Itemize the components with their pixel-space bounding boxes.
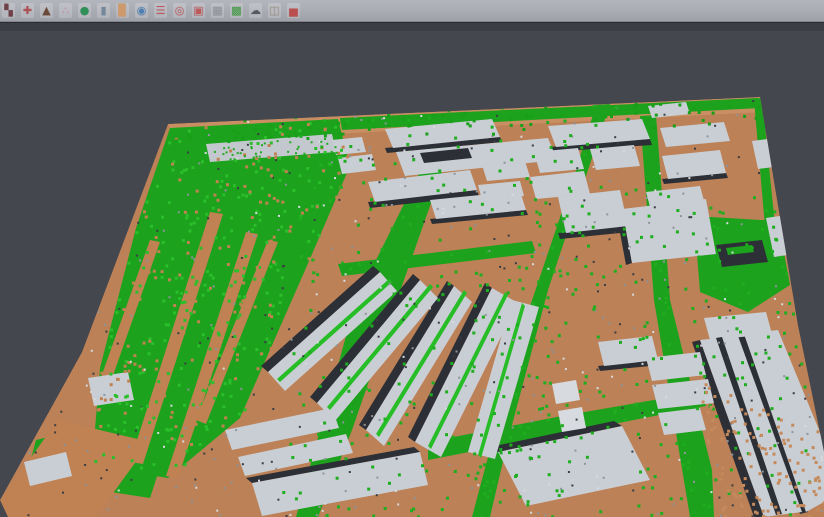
terrain-mesh — [0, 95, 824, 517]
viewport-3d[interactable] — [0, 23, 824, 517]
application-window: ▚✚▲∴●▮▉◉☰◎▣▦▩☁◫▅ — [0, 0, 824, 517]
terrain-scene — [0, 0, 824, 517]
